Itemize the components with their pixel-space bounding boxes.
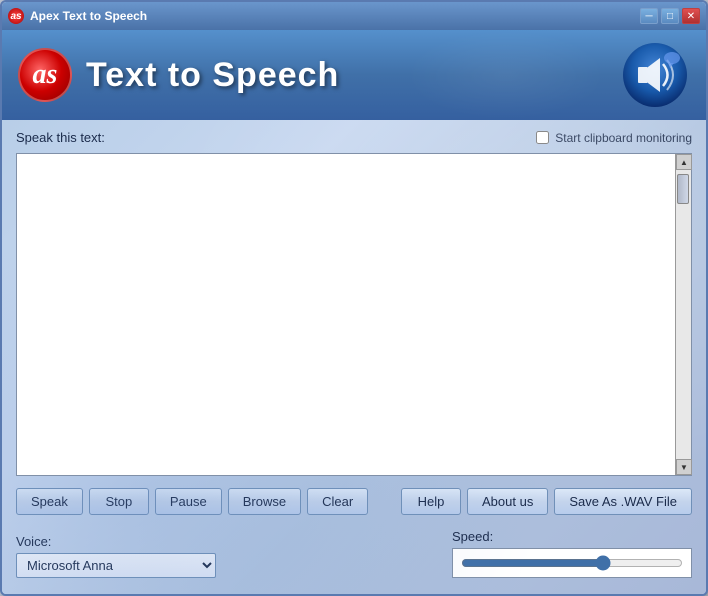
top-row: Speak this text: Start clipboard monitor… <box>16 130 692 145</box>
scrollbar-down-arrow[interactable]: ▼ <box>676 459 692 475</box>
scrollbar-up-arrow[interactable]: ▲ <box>676 154 692 170</box>
header-logo: as <box>18 48 72 102</box>
scrollbar-thumb[interactable] <box>677 174 689 204</box>
browse-button[interactable]: Browse <box>228 488 301 515</box>
title-bar-left: as Apex Text to Speech <box>8 8 147 24</box>
minimize-button[interactable]: ─ <box>640 8 658 24</box>
speed-label: Speed: <box>452 529 493 544</box>
about-button[interactable]: About us <box>467 488 548 515</box>
close-button[interactable]: ✕ <box>682 8 700 24</box>
bottom-controls: Voice: Microsoft Anna Microsoft Sam Micr… <box>16 527 692 584</box>
window-title: Apex Text to Speech <box>30 9 147 23</box>
header-banner: as Text to Speech <box>2 30 706 120</box>
main-content: Speak this text: Start clipboard monitor… <box>2 120 706 594</box>
main-window: as Apex Text to Speech ─ □ ✕ as Text to … <box>0 0 708 596</box>
voice-section: Voice: Microsoft Anna Microsoft Sam Micr… <box>16 534 216 578</box>
title-bar-controls: ─ □ ✕ <box>640 8 700 24</box>
pause-button[interactable]: Pause <box>155 488 222 515</box>
speed-slider[interactable] <box>461 555 683 571</box>
speed-section: Speed: <box>452 529 692 578</box>
save-wav-button[interactable]: Save As .WAV File <box>554 488 692 515</box>
speaker-icon <box>620 40 690 110</box>
voice-label: Voice: <box>16 534 216 549</box>
speech-textarea[interactable] <box>17 154 691 475</box>
buttons-row: Speak Stop Pause Browse Clear Help About… <box>16 484 692 519</box>
speak-this-text-label: Speak this text: <box>16 130 105 145</box>
speak-button[interactable]: Speak <box>16 488 83 515</box>
title-bar: as Apex Text to Speech ─ □ ✕ <box>2 2 706 30</box>
speed-slider-wrapper <box>452 548 692 578</box>
clipboard-checkbox[interactable] <box>536 131 549 144</box>
app-icon: as <box>8 8 24 24</box>
clipboard-label: Start clipboard monitoring <box>555 131 692 145</box>
header-decoration <box>406 30 606 120</box>
text-area-wrapper: ▲ ▼ <box>16 153 692 476</box>
clear-button[interactable]: Clear <box>307 488 368 515</box>
help-button[interactable]: Help <box>401 488 461 515</box>
stop-button[interactable]: Stop <box>89 488 149 515</box>
maximize-button[interactable]: □ <box>661 8 679 24</box>
scrollbar[interactable]: ▲ ▼ <box>675 154 691 475</box>
voice-select[interactable]: Microsoft Anna Microsoft Sam Microsoft M… <box>16 553 216 578</box>
header-title: Text to Speech <box>86 56 339 95</box>
clipboard-row: Start clipboard monitoring <box>536 131 692 145</box>
